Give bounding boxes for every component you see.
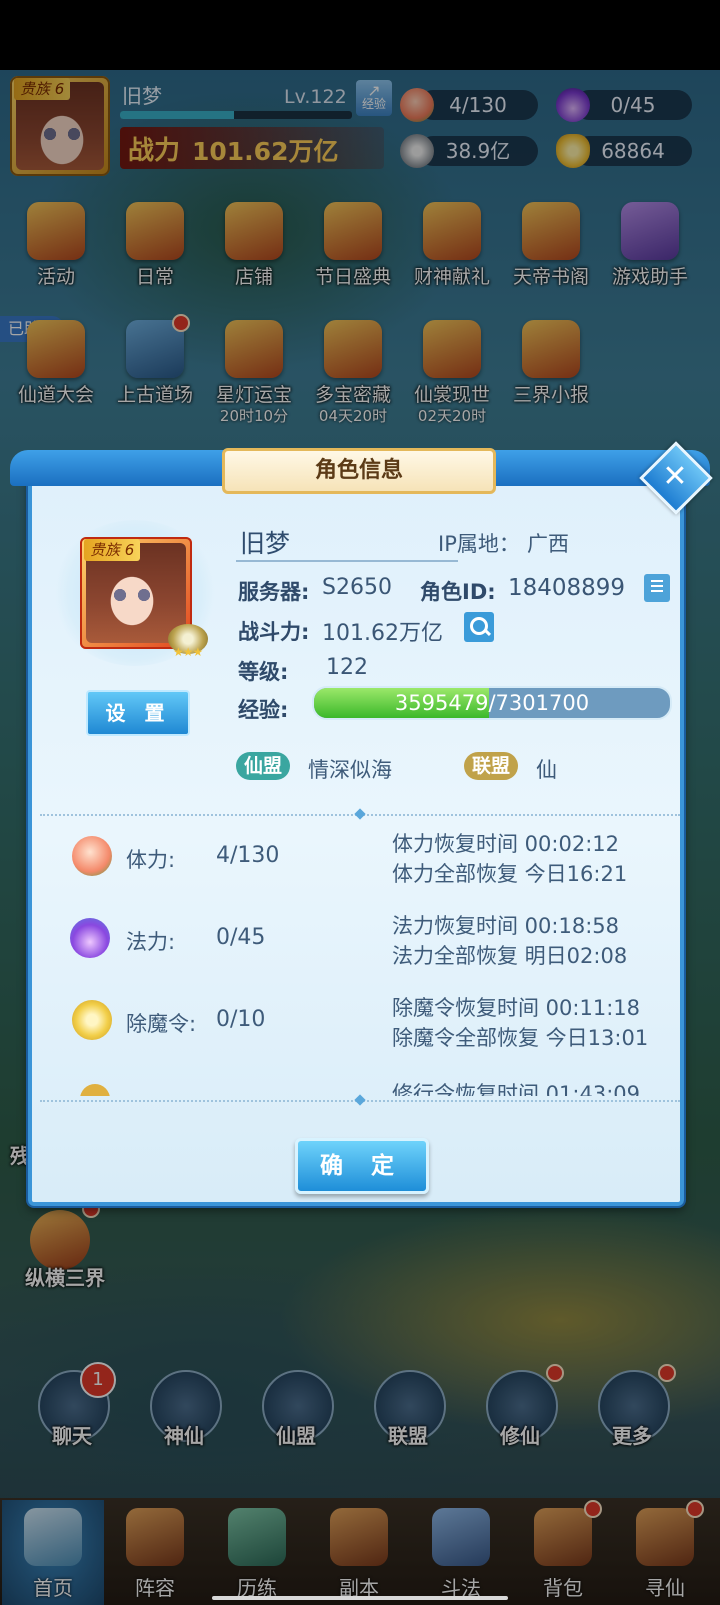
dialog-title: 角色信息 — [222, 448, 496, 494]
guild-name: 情深似海 — [308, 758, 392, 782]
mana-full-recover: 法力全部恢复 明日02:08 — [392, 944, 628, 968]
character-name: 旧梦 — [240, 529, 291, 558]
combat-power-label: 战斗力: — [238, 620, 310, 644]
purple-flame-icon — [70, 918, 110, 958]
confirm-button[interactable]: 确 定 — [295, 1138, 429, 1194]
demon-token-value: 0/10 — [216, 1007, 266, 1032]
level-value: 122 — [326, 655, 368, 680]
status-bar — [0, 0, 720, 70]
mana-label: 法力: — [126, 930, 176, 954]
exp-label: 经验: — [238, 698, 289, 722]
role-id-value: 18408899 — [508, 575, 626, 601]
settings-button[interactable]: 设 置 — [86, 690, 190, 736]
mana-recover-time: 法力恢复时间 00:18:58 — [392, 914, 619, 938]
alliance-name: 仙 — [536, 758, 557, 782]
peach-icon — [72, 836, 112, 876]
server-value: S2650 — [322, 575, 392, 600]
token-icon — [72, 1000, 112, 1040]
ip-location-value: 广西 — [527, 532, 569, 556]
combat-power-value: 101.62万亿 — [322, 621, 443, 646]
vip-badge: 贵族 6 — [84, 539, 141, 561]
server-label: 服务器: — [238, 580, 310, 604]
name-underline — [236, 560, 458, 562]
home-indicator[interactable] — [212, 1596, 508, 1600]
mana-value: 0/45 — [216, 925, 266, 950]
ip-location-label: IP属地： — [438, 532, 520, 556]
demon-token-recover-time: 除魔令恢复时间 00:11:18 — [392, 996, 640, 1020]
demon-token-full-recover: 除魔令全部恢复 今日13:01 — [392, 1026, 649, 1050]
demon-token-label: 除魔令: — [126, 1012, 197, 1036]
close-icon[interactable]: ✕ — [650, 452, 700, 502]
role-id-label: 角色ID: — [420, 580, 496, 604]
star-rating-icon: ★★★ — [173, 645, 203, 659]
copy-icon[interactable] — [644, 574, 670, 602]
search-icon[interactable] — [464, 612, 494, 642]
exp-progress-text: 3595479/7301700 — [394, 691, 590, 715]
stamina-full-recover: 体力全部恢复 今日16:21 — [392, 862, 628, 886]
stamina-recover-time: 体力恢复时间 00:02:12 — [392, 832, 619, 856]
level-label: 等级: — [238, 660, 289, 684]
stamina-label: 体力: — [126, 848, 176, 872]
practice-token-recover-time: 修行令恢复时间 01:43:09 — [392, 1082, 640, 1096]
alliance-tag: 联盟 — [464, 752, 519, 780]
guild-tag: 仙盟 — [236, 752, 291, 780]
stamina-value: 4/130 — [216, 843, 280, 868]
scroll-icon — [80, 1084, 110, 1096]
stat-list-clip: 修行令恢复时间 01:43:09 — [40, 1074, 680, 1096]
